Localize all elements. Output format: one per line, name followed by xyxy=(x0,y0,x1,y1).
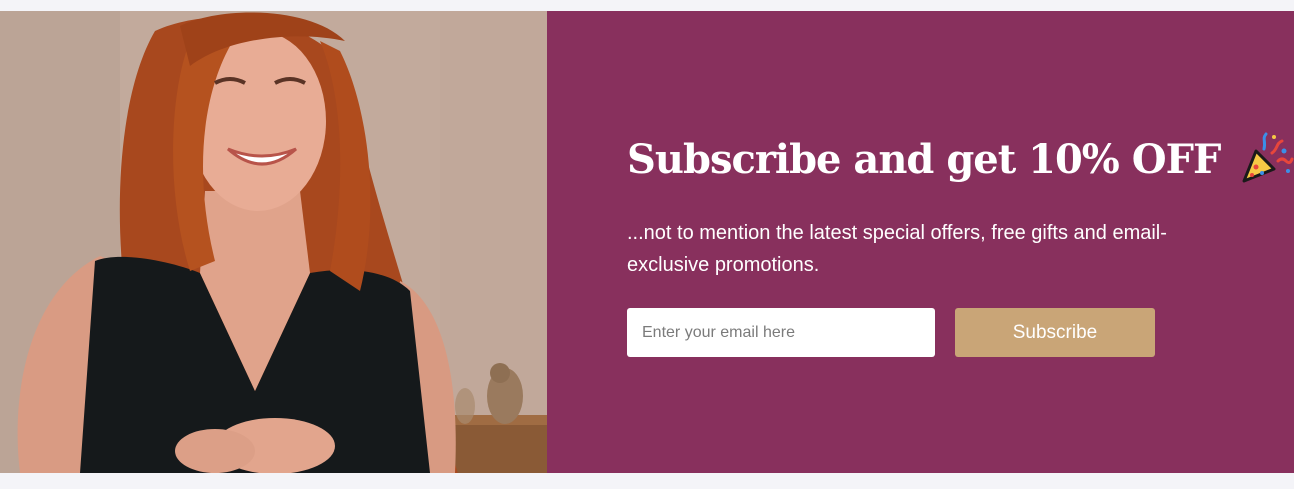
subscribe-banner: Subscribe and get 10% OFF ...not to ment… xyxy=(0,11,1294,473)
email-input[interactable] xyxy=(627,308,935,357)
woman-smiling-photo xyxy=(0,11,547,473)
headline-row: Subscribe and get 10% OFF xyxy=(627,131,1294,187)
headline: Subscribe and get 10% OFF xyxy=(627,135,1221,183)
subscribe-form: Subscribe xyxy=(627,308,1155,357)
subscribe-button[interactable]: Subscribe xyxy=(955,308,1155,357)
subtext: ...not to mention the latest special off… xyxy=(627,222,1167,276)
subscribe-panel: Subscribe and get 10% OFF ...not to ment… xyxy=(547,11,1294,473)
party-popper-icon xyxy=(1238,131,1294,187)
